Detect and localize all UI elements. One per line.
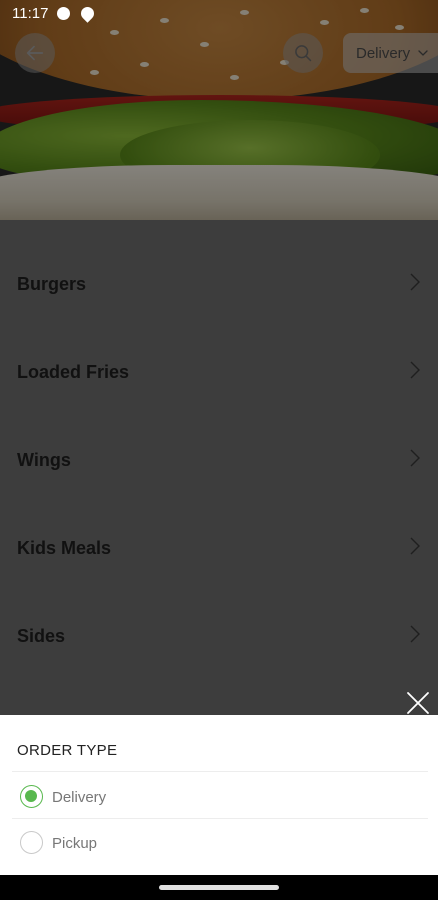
chevron-right-icon	[410, 537, 420, 555]
order-option-label: Delivery	[52, 789, 107, 806]
back-button[interactable]	[15, 33, 55, 73]
menu-category-list: Burgers Loaded Fries Wings Kids Meals Si…	[0, 220, 438, 660]
chevron-right-icon	[410, 449, 420, 467]
chevron-right-icon	[410, 273, 420, 291]
search-button[interactable]	[283, 33, 323, 73]
chevron-right-icon	[410, 625, 420, 643]
close-sheet-button[interactable]	[404, 689, 432, 717]
home-indicator[interactable]	[159, 885, 279, 890]
radio-button-selected[interactable]	[20, 785, 43, 808]
close-icon	[407, 692, 429, 714]
order-type-dropdown-label: Delivery	[356, 44, 411, 62]
status-time: 11:17	[12, 5, 49, 22]
order-type-sheet: ORDER TYPE Delivery Pickup	[0, 715, 438, 875]
arrow-left-icon	[26, 45, 44, 61]
menu-item-label: Burgers	[17, 274, 87, 294]
order-option-label: Pickup	[52, 835, 98, 852]
divider	[12, 818, 428, 819]
chevron-right-icon	[410, 361, 420, 379]
location-status-icon	[78, 4, 97, 23]
sheet-title: ORDER TYPE	[17, 742, 118, 759]
order-type-dropdown[interactable]: Delivery	[343, 33, 438, 73]
menu-item-loaded-fries[interactable]: Loaded Fries	[0, 308, 438, 396]
settings-status-icon	[57, 7, 70, 20]
menu-item-burgers[interactable]: Burgers	[0, 220, 438, 308]
menu-item-wings[interactable]: Wings	[0, 396, 438, 484]
status-bar: 11:17	[0, 0, 438, 28]
menu-item-label: Wings	[17, 450, 71, 470]
menu-item-label: Kids Meals	[17, 538, 112, 558]
menu-item-label: Sides	[17, 626, 66, 646]
divider	[12, 771, 428, 772]
system-nav-bar	[0, 875, 438, 900]
menu-item-label: Loaded Fries	[17, 362, 130, 382]
order-option-pickup[interactable]: Pickup	[0, 831, 438, 875]
chevron-down-icon	[418, 50, 428, 56]
order-option-delivery[interactable]: Delivery	[0, 785, 438, 829]
search-icon	[295, 45, 312, 62]
radio-button[interactable]	[20, 831, 43, 854]
menu-item-sides[interactable]: Sides	[0, 572, 438, 660]
menu-item-kids-meals[interactable]: Kids Meals	[0, 484, 438, 572]
